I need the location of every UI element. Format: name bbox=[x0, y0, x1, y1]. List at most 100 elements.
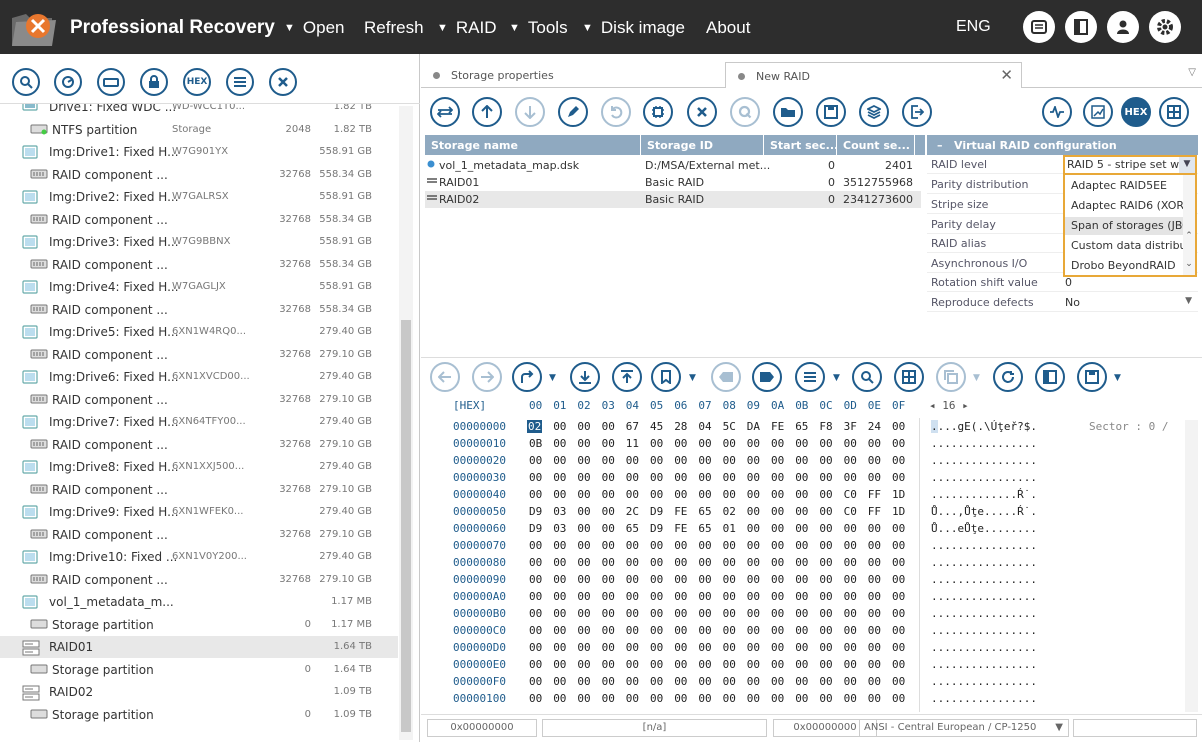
hex-byte[interactable]: 00 bbox=[577, 658, 590, 671]
encoding-select[interactable]: ANSI - Central European / CP-1250 ▼ bbox=[859, 719, 1069, 737]
hex-byte[interactable]: 00 bbox=[844, 454, 857, 467]
tree-item[interactable]: RAID component ... 32768 279.10 GB bbox=[0, 344, 398, 366]
hex-byte[interactable]: 00 bbox=[795, 437, 808, 450]
remove-button[interactable] bbox=[687, 97, 717, 127]
hex-byte[interactable]: 00 bbox=[771, 641, 784, 654]
hex-byte[interactable]: 45 bbox=[650, 420, 663, 433]
save-hex-button[interactable] bbox=[1077, 362, 1107, 392]
raid-property-row[interactable]: RAID level RAID 5 - stripe set with▼ bbox=[927, 155, 1198, 175]
menu-about[interactable]: About bbox=[706, 18, 750, 38]
tree-item[interactable]: Img:Drive5: Fixed H... 6XN1W4RQ0... 279.40… bbox=[0, 321, 398, 343]
hex-byte[interactable]: 00 bbox=[795, 590, 808, 603]
hex-byte[interactable]: 00 bbox=[868, 641, 881, 654]
hex-byte[interactable]: 00 bbox=[868, 590, 881, 603]
drive-properties-button[interactable] bbox=[97, 68, 125, 96]
hex-byte[interactable]: 00 bbox=[795, 556, 808, 569]
raid-config-header[interactable]: – Virtual RAID configuration bbox=[927, 135, 1198, 155]
tree-item[interactable]: Img:Drive3: Fixed H... W7G9BBNX 558.91 GB bbox=[0, 231, 398, 253]
hex-byte[interactable]: 00 bbox=[602, 607, 615, 620]
col-header-count-sectors[interactable]: Count se... bbox=[837, 135, 915, 155]
hex-byte[interactable]: 00 bbox=[650, 658, 663, 671]
scrollbar-thumb[interactable] bbox=[401, 320, 411, 732]
hex-byte[interactable]: 00 bbox=[795, 522, 808, 535]
hex-ascii[interactable]: ....gE(.\Úţeř?$. bbox=[931, 420, 1037, 433]
hex-byte[interactable]: 00 bbox=[819, 675, 832, 688]
scan-button[interactable] bbox=[54, 68, 82, 96]
hex-byte[interactable]: 1D bbox=[892, 505, 905, 518]
hex-byte[interactable]: C0 bbox=[844, 505, 857, 518]
dropdown-option[interactable]: Adaptec RAID6 (XOR) bbox=[1071, 199, 1183, 212]
hex-byte[interactable]: 00 bbox=[553, 624, 566, 637]
raid-level-select[interactable]: RAID 5 - stripe set with▼ bbox=[1063, 155, 1197, 175]
hex-byte[interactable]: 65 bbox=[698, 505, 711, 518]
tree-item[interactable]: RAID component ... 32768 558.34 GB bbox=[0, 254, 398, 276]
storage-row[interactable]: RAID01 Basic RAID 0 3512755968 bbox=[425, 174, 921, 191]
tree-item[interactable]: vol_1_metadata_m... 1.17 MB bbox=[0, 591, 398, 613]
hex-byte[interactable]: 00 bbox=[747, 488, 760, 501]
tree-item[interactable]: NTFS partition Storage 2048 1.82 TB bbox=[0, 119, 398, 141]
hex-byte[interactable]: 00 bbox=[674, 590, 687, 603]
hex-byte[interactable]: 00 bbox=[602, 471, 615, 484]
hex-byte[interactable]: 00 bbox=[819, 522, 832, 535]
hex-byte[interactable]: 00 bbox=[650, 641, 663, 654]
save-button[interactable] bbox=[816, 97, 846, 127]
tree-item[interactable]: Drive1: Fixed WDC ... WD-WCC1T0... 1.82 TB bbox=[0, 104, 398, 118]
hex-byte[interactable]: 00 bbox=[892, 675, 905, 688]
hex-ascii[interactable]: Ů...,Ůţe.....Ŕ˙. bbox=[931, 505, 1037, 518]
menu-open[interactable]: ▼ Open bbox=[284, 18, 344, 38]
tree-item[interactable]: RAID component ... 32768 279.10 GB bbox=[0, 524, 398, 546]
hex-byte[interactable]: 00 bbox=[626, 692, 639, 705]
hex-byte[interactable]: 00 bbox=[844, 692, 857, 705]
hex-byte[interactable]: 00 bbox=[553, 607, 566, 620]
open-folder-button[interactable] bbox=[773, 97, 803, 127]
hex-byte[interactable]: 00 bbox=[674, 641, 687, 654]
hex-byte[interactable]: 00 bbox=[795, 607, 808, 620]
hex-byte[interactable]: 00 bbox=[747, 573, 760, 586]
waveform-button[interactable] bbox=[1042, 97, 1072, 127]
hex-byte[interactable]: 00 bbox=[698, 607, 711, 620]
hex-byte[interactable]: 00 bbox=[650, 471, 663, 484]
hex-byte[interactable]: 00 bbox=[892, 624, 905, 637]
hex-byte[interactable]: 00 bbox=[529, 692, 542, 705]
hex-byte[interactable]: 00 bbox=[529, 471, 542, 484]
hex-byte[interactable]: 00 bbox=[795, 539, 808, 552]
hex-byte[interactable]: 00 bbox=[602, 658, 615, 671]
hex-byte[interactable]: 00 bbox=[602, 624, 615, 637]
hex-byte[interactable]: FE bbox=[674, 522, 687, 535]
copy-button[interactable] bbox=[936, 362, 966, 392]
tree-item[interactable]: RAID component ... 32768 558.34 GB bbox=[0, 299, 398, 321]
hex-byte[interactable]: 00 bbox=[868, 454, 881, 467]
hex-byte[interactable]: 00 bbox=[698, 692, 711, 705]
hex-byte[interactable]: 00 bbox=[626, 607, 639, 620]
hex-byte[interactable]: 00 bbox=[577, 454, 590, 467]
hex-byte[interactable]: F8 bbox=[819, 420, 832, 433]
hex-byte[interactable]: 00 bbox=[602, 641, 615, 654]
hex-byte[interactable]: 00 bbox=[892, 590, 905, 603]
hex-byte[interactable]: 02 bbox=[723, 505, 736, 518]
hex-byte[interactable]: 00 bbox=[553, 471, 566, 484]
hex-byte[interactable]: 00 bbox=[771, 522, 784, 535]
hex-byte[interactable]: 00 bbox=[771, 658, 784, 671]
hex-byte[interactable]: 00 bbox=[771, 675, 784, 688]
hex-byte[interactable]: 00 bbox=[529, 488, 542, 501]
hex-byte[interactable]: 00 bbox=[844, 624, 857, 637]
hex-byte[interactable]: 00 bbox=[577, 522, 590, 535]
tree-item[interactable]: RAID component ... 32768 558.34 GB bbox=[0, 164, 398, 186]
hex-byte[interactable]: 00 bbox=[771, 692, 784, 705]
hex-byte[interactable]: 00 bbox=[553, 454, 566, 467]
menu-disk-image[interactable]: ▼ Disk image bbox=[582, 18, 685, 38]
tree-item[interactable]: Img:Drive7: Fixed H... 6XN64TFY00... 279.4… bbox=[0, 411, 398, 433]
tree-item[interactable]: Img:Drive8: Fixed H... 6XN1XXJ500... 279.4… bbox=[0, 456, 398, 478]
goto-dropdown-icon[interactable]: ▼ bbox=[549, 373, 556, 383]
hex-ascii[interactable]: ................ bbox=[931, 539, 1037, 552]
hex-byte[interactable]: 00 bbox=[529, 624, 542, 637]
hex-byte[interactable]: 00 bbox=[602, 437, 615, 450]
hex-byte[interactable]: 00 bbox=[892, 420, 905, 433]
hex-ascii[interactable]: ................ bbox=[931, 607, 1037, 620]
menu-refresh[interactable]: Refresh bbox=[364, 18, 424, 38]
hex-byte[interactable]: 04 bbox=[698, 420, 711, 433]
hex-byte[interactable]: 00 bbox=[723, 675, 736, 688]
tree-item[interactable]: Img:Drive6: Fixed H... 6XN1XVCD00... 279.4… bbox=[0, 366, 398, 388]
tree-scrollbar[interactable] bbox=[399, 106, 413, 740]
menu-tools[interactable]: ▼ Tools bbox=[509, 18, 568, 38]
